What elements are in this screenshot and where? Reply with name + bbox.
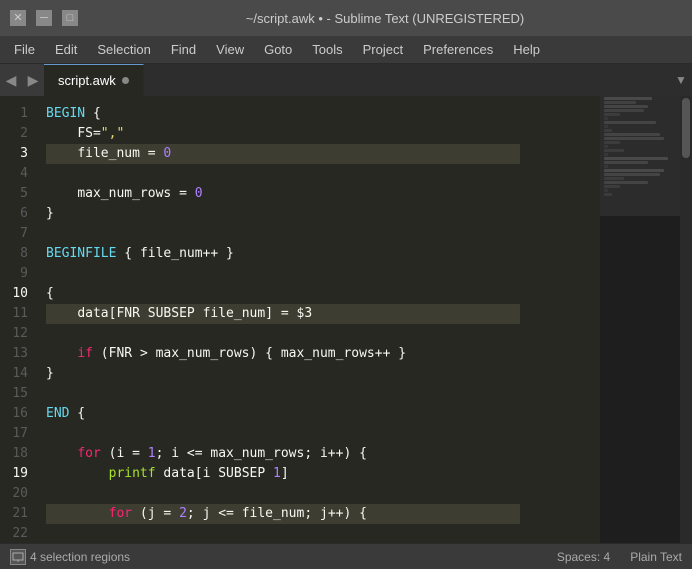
line-number: 7 xyxy=(8,224,28,244)
menu-bar: File Edit Selection Find View Goto Tools… xyxy=(0,36,692,64)
menu-edit[interactable]: Edit xyxy=(45,40,87,59)
spaces-text[interactable]: Spaces: 4 xyxy=(557,550,610,564)
status-bar-monitor-icon xyxy=(10,549,26,565)
line-number: 8 xyxy=(8,244,28,264)
tab-spacer xyxy=(144,64,670,96)
minimap-line xyxy=(604,105,648,108)
tab-nav-right[interactable]: ▶ xyxy=(22,64,44,96)
menu-find[interactable]: Find xyxy=(161,40,206,59)
line-number: 14 xyxy=(8,364,28,384)
minimap-line xyxy=(604,165,608,168)
menu-preferences[interactable]: Preferences xyxy=(413,40,503,59)
line-number: 3 xyxy=(8,144,28,164)
minimap-line xyxy=(604,97,652,100)
minimap-line xyxy=(604,113,620,116)
tab-bar: ◀ ▶ script.awk ▼ xyxy=(0,64,692,96)
minimap-line xyxy=(604,137,664,140)
tab-nav-left[interactable]: ◀ xyxy=(0,64,22,96)
line-number: 21 xyxy=(8,504,28,524)
line-number: 22 xyxy=(8,524,28,543)
menu-selection[interactable]: Selection xyxy=(87,40,160,59)
minimap-line xyxy=(604,173,660,176)
minimap-line xyxy=(604,125,608,128)
line-number: 1 xyxy=(8,104,28,124)
menu-project[interactable]: Project xyxy=(353,40,413,59)
minimap-line xyxy=(604,153,608,156)
menu-goto[interactable]: Goto xyxy=(254,40,302,59)
minimap-line xyxy=(604,109,644,112)
menu-file[interactable]: File xyxy=(4,40,45,59)
line-number: 16 xyxy=(8,404,28,424)
tab-dropdown-button[interactable]: ▼ xyxy=(670,64,692,96)
tab-modified-dot xyxy=(122,77,129,84)
selection-regions-text: 4 selection regions xyxy=(30,550,130,564)
line-number: 4 xyxy=(8,164,28,184)
minimap-line xyxy=(604,133,660,136)
minimap[interactable] xyxy=(600,96,680,543)
menu-tools[interactable]: Tools xyxy=(302,40,352,59)
minimap-line xyxy=(604,129,612,132)
window-title: ~/script.awk • - Sublime Text (UNREGISTE… xyxy=(88,11,682,26)
minimap-line xyxy=(604,193,612,196)
minimap-line xyxy=(604,157,668,160)
editor-area: 1 2 3 4 5 6 7 8 9 10 11 12 13 14 15 16 1… xyxy=(0,96,692,543)
line-number: 11 xyxy=(8,304,28,324)
line-number: 9 xyxy=(8,264,28,284)
vertical-scrollbar[interactable] xyxy=(680,96,692,543)
minimap-line xyxy=(604,141,620,144)
line-number: 17 xyxy=(8,424,28,444)
code-content: BEGIN { FS="," file_num = 0 max_num_rows… xyxy=(46,104,600,543)
minimap-line xyxy=(604,117,608,120)
line-number: 5 xyxy=(8,184,28,204)
status-bar: 4 selection regions Spaces: 4 Plain Text xyxy=(0,543,692,569)
line-number: 19 xyxy=(8,464,28,484)
line-number: 2 xyxy=(8,124,28,144)
minimap-line xyxy=(604,121,656,124)
tab-label: script.awk xyxy=(58,73,116,88)
maximize-button[interactable]: □ xyxy=(62,10,78,26)
minimap-line xyxy=(604,177,624,180)
line-number: 10 xyxy=(8,284,28,304)
minimap-line xyxy=(604,149,624,152)
tab-script-awk[interactable]: script.awk xyxy=(44,64,144,96)
minimap-line xyxy=(604,145,608,148)
minimap-line xyxy=(604,181,648,184)
line-number: 18 xyxy=(8,444,28,464)
minimap-line xyxy=(604,169,664,172)
title-bar: ✕ ─ □ ~/script.awk • - Sublime Text (UNR… xyxy=(0,0,692,36)
minimap-line xyxy=(604,101,636,104)
minimap-line xyxy=(604,161,648,164)
line-numbers: 1 2 3 4 5 6 7 8 9 10 11 12 13 14 15 16 1… xyxy=(0,96,38,543)
line-number: 15 xyxy=(8,384,28,404)
menu-view[interactable]: View xyxy=(206,40,254,59)
minimap-line xyxy=(604,189,608,192)
scrollbar-thumb[interactable] xyxy=(682,98,690,158)
minimap-line xyxy=(604,185,620,188)
line-number: 20 xyxy=(8,484,28,504)
code-area[interactable]: BEGIN { FS="," file_num = 0 max_num_rows… xyxy=(38,96,600,543)
monitor-icon xyxy=(12,552,24,562)
line-number: 6 xyxy=(8,204,28,224)
close-button[interactable]: ✕ xyxy=(10,10,26,26)
minimize-button[interactable]: ─ xyxy=(36,10,52,26)
line-number: 12 xyxy=(8,324,28,344)
line-number: 13 xyxy=(8,344,28,364)
menu-help[interactable]: Help xyxy=(503,40,550,59)
syntax-text[interactable]: Plain Text xyxy=(630,550,682,564)
